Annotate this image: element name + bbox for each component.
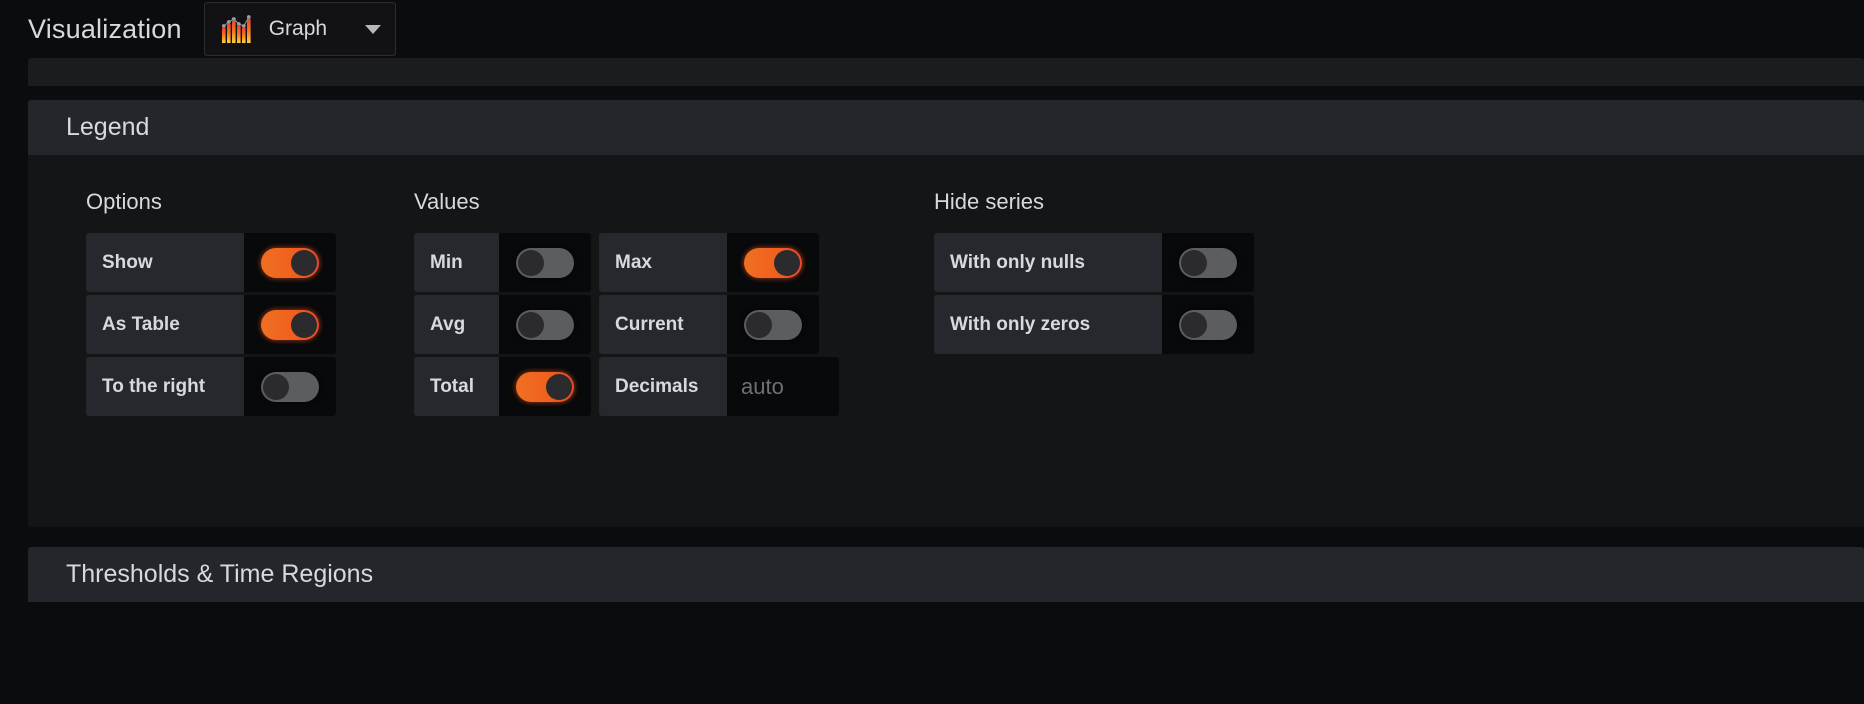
field-label: With only zeros: [950, 313, 1091, 335]
thresholds-section-header[interactable]: Thresholds & Time Regions: [28, 547, 1864, 602]
toggle-legend-max[interactable]: [744, 247, 802, 278]
field-legend-max[interactable]: Max: [599, 233, 819, 292]
field-legend-to-the-right[interactable]: To the right: [86, 357, 336, 416]
field-control: [499, 233, 591, 292]
toggle-knob: [1181, 249, 1207, 276]
thresholds-section-title: Thresholds & Time Regions: [66, 560, 374, 588]
field-control: [1162, 233, 1254, 292]
legend-values-column: Values Min Max Avg Current Total Decimal…: [414, 189, 839, 416]
field-label: Current: [615, 313, 684, 335]
field-label: Decimals: [615, 375, 699, 397]
values-row: Total Decimals: [414, 357, 839, 416]
legend-columns: Options Show As Table To the right Value…: [86, 189, 1864, 416]
page-title: Visualization: [28, 13, 182, 44]
legend-section-body: Options Show As Table To the right Value…: [28, 155, 1864, 527]
toggle-knob: [291, 249, 317, 276]
toggle-knob: [518, 311, 544, 338]
options-heading: Options: [86, 189, 162, 214]
toggle-legend-min[interactable]: [516, 247, 574, 278]
field-label: Min: [430, 251, 463, 273]
legend-hide-series-column: Hide series With only nulls With only ze…: [934, 189, 1254, 416]
field-control: [499, 295, 591, 354]
visualization-type-value: Graph: [268, 17, 328, 40]
options-fields: Show As Table To the right: [86, 233, 336, 416]
toggle-knob: [518, 249, 544, 276]
field-label: Max: [615, 251, 652, 273]
field-control: [499, 357, 591, 416]
field-label: Show: [102, 251, 153, 273]
visualization-type-picker[interactable]: Graph: [203, 2, 396, 56]
hide-series-fields: With only nulls With only zeros: [934, 233, 1254, 354]
toggle-knob: [1181, 311, 1207, 338]
toggle-legend-avg[interactable]: [516, 309, 574, 340]
toggle-legend-total[interactable]: [516, 371, 574, 402]
panel-top-strip-wrap: [0, 58, 1864, 86]
values-heading: Values: [414, 189, 480, 214]
chevron-down-icon[interactable]: [364, 24, 381, 34]
values-row: Min Max: [414, 233, 839, 292]
field-control: [244, 295, 336, 354]
field-legend-decimals[interactable]: Decimals: [599, 357, 839, 416]
toggle-legend-to-the-right[interactable]: [261, 371, 319, 402]
toggle-knob: [263, 373, 289, 400]
field-label: Avg: [430, 313, 466, 335]
field-hide-only-zeros[interactable]: With only zeros: [934, 295, 1254, 354]
toggle-knob: [291, 311, 317, 338]
field-legend-as-table[interactable]: As Table: [86, 295, 336, 354]
field-legend-show[interactable]: Show: [86, 233, 336, 292]
field-legend-current[interactable]: Current: [599, 295, 819, 354]
graph-bar-line-icon: [221, 15, 251, 43]
toggle-hide-only-nulls[interactable]: [1179, 247, 1237, 278]
hide-series-heading: Hide series: [934, 189, 1045, 214]
toggle-legend-as-table[interactable]: [261, 309, 319, 340]
field-control: [244, 357, 336, 416]
field-legend-min[interactable]: Min: [414, 233, 591, 292]
values-fields: Min Max Avg Current Total Decimals auto: [414, 233, 839, 416]
field-hide-only-nulls[interactable]: With only nulls: [934, 233, 1254, 292]
legend-section-header[interactable]: Legend: [28, 100, 1864, 155]
toggle-knob: [546, 373, 572, 400]
legend-options-column: Options Show As Table To the right: [86, 189, 336, 416]
field-control: [727, 295, 819, 354]
values-row: Avg Current: [414, 295, 839, 354]
field-label: As Table: [102, 313, 180, 335]
toggle-legend-show[interactable]: [261, 247, 319, 278]
visualization-header: Visualization Graph: [0, 0, 1864, 58]
toggle-knob: [746, 311, 772, 338]
field-label: Total: [430, 375, 474, 397]
decimals-input[interactable]: [727, 357, 839, 416]
toggle-hide-only-zeros[interactable]: [1179, 309, 1237, 340]
field-legend-total[interactable]: Total: [414, 357, 591, 416]
legend-section-title: Legend: [66, 113, 150, 141]
field-label: With only nulls: [950, 251, 1085, 273]
panel-top-strip: [28, 58, 1864, 86]
field-control: [727, 357, 839, 416]
field-legend-avg[interactable]: Avg: [414, 295, 591, 354]
thresholds-section: Thresholds & Time Regions: [28, 547, 1864, 602]
field-control: [727, 233, 819, 292]
toggle-knob: [774, 249, 800, 276]
field-control: [1162, 295, 1254, 354]
field-control: [244, 233, 336, 292]
legend-section: Legend Options Show As Table To the righ…: [28, 100, 1864, 527]
field-label: To the right: [102, 375, 206, 397]
toggle-legend-current[interactable]: [744, 309, 802, 340]
